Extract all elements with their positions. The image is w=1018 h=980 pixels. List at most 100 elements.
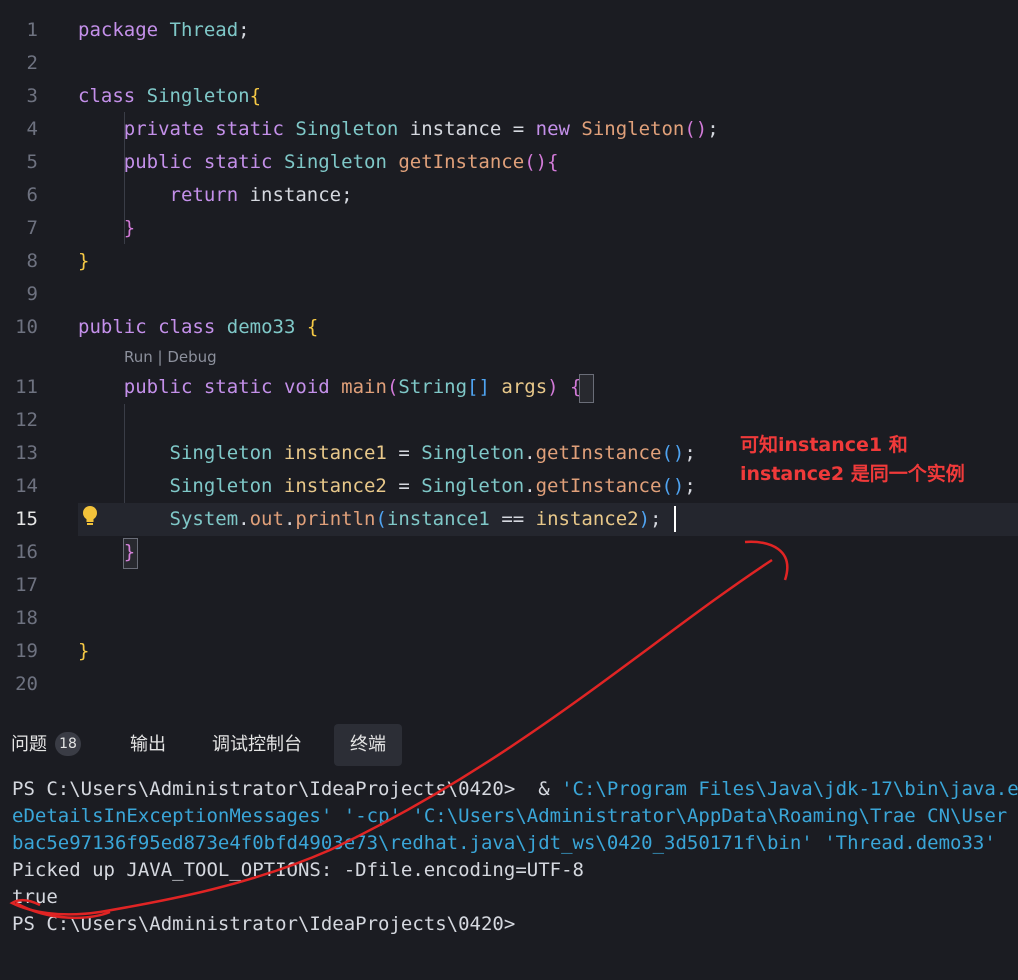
text-cursor <box>674 506 676 532</box>
code-token: instance1 <box>386 508 490 530</box>
code-token: Singleton <box>146 85 250 107</box>
terminal-output[interactable]: PS C:\Users\Administrator\IdeaProjects\0… <box>12 776 1018 938</box>
tab-output[interactable]: 输出 <box>130 724 166 766</box>
line-number: 20 <box>15 673 38 695</box>
code-line[interactable]: 8} <box>0 245 1018 278</box>
terminal-token: eDetailsInExceptionMessages' <box>12 805 333 827</box>
terminal-line: PS C:\Users\Administrator\IdeaProjects\0… <box>12 911 1018 938</box>
code-line[interactable]: 4 private static Singleton instance = ne… <box>0 113 1018 146</box>
code-line[interactable]: 2 <box>0 47 1018 80</box>
terminal-token: 'Thread.demo33' <box>824 832 996 854</box>
code-text: } <box>78 245 89 278</box>
line-number: 13 <box>15 442 38 464</box>
tab-terminal-label: 终端 <box>350 734 386 755</box>
code-token: = <box>386 475 422 497</box>
code-token: () <box>661 475 685 497</box>
code-line[interactable]: 17 <box>0 569 1018 602</box>
code-line[interactable]: 20 <box>0 668 1018 701</box>
code-token: () <box>661 442 685 464</box>
code-token: () <box>684 118 708 140</box>
code-token: ; <box>650 508 662 530</box>
line-number: 17 <box>15 574 38 596</box>
code-text: private static Singleton instance = new … <box>78 113 719 146</box>
code-token: class <box>78 85 136 107</box>
line-number: 10 <box>15 316 38 338</box>
code-token: System <box>169 508 239 530</box>
code-token: instance2 <box>535 508 639 530</box>
code-token: void <box>283 376 330 398</box>
code-token: package <box>78 19 159 41</box>
terminal-token: Picked up JAVA_TOOL_OPTIONS: -Dfile.enco… <box>12 859 584 881</box>
code-token: . <box>524 442 536 464</box>
line-number: 14 <box>15 475 38 497</box>
code-token: println <box>295 508 376 530</box>
code-line[interactable]: 1 package Thread; <box>0 14 1018 47</box>
terminal-line: Picked up JAVA_TOOL_OPTIONS: -Dfile.enco… <box>12 857 1018 884</box>
code-token: ; <box>238 19 250 41</box>
code-token: public <box>123 151 193 173</box>
code-token: instance = <box>398 118 536 140</box>
code-token: } <box>78 640 90 662</box>
code-text: System.out.println(instance1 == instance… <box>78 503 662 536</box>
code-token: static <box>215 118 284 140</box>
code-line[interactable]: 9 <box>0 278 1018 311</box>
code-token: ( <box>375 508 387 530</box>
tab-problems-label: 问题 <box>11 734 47 755</box>
code-line[interactable]: 3 class Singleton{ <box>0 80 1018 113</box>
terminal-line: true <box>12 884 1018 911</box>
code-line[interactable]: 10 public class demo33 { <box>0 311 1018 344</box>
line-number: 3 <box>26 85 38 107</box>
code-token: ) <box>547 376 559 398</box>
bracket-match-highlight <box>123 538 138 569</box>
code-token: getInstance <box>535 442 662 464</box>
code-token: == <box>489 508 536 530</box>
tab-terminal[interactable]: 终端 <box>334 724 402 766</box>
code-line[interactable]: 6 return instance; <box>0 179 1018 212</box>
code-editor[interactable]: Run | Debug 1 package Thread; 2 3 class Sing… <box>0 0 1018 710</box>
code-token: getInstance <box>535 475 662 497</box>
code-line[interactable]: 19} <box>0 635 1018 668</box>
line-number: 7 <box>26 217 38 239</box>
code-token: Thread <box>169 19 239 41</box>
code-token: args <box>501 376 548 398</box>
code-token: . <box>283 508 296 530</box>
code-token: . <box>238 508 250 530</box>
tab-output-label: 输出 <box>130 734 166 755</box>
code-text: public static void main(String[] args) { <box>78 371 582 404</box>
line-number: 15 <box>15 508 38 530</box>
codelens-run-debug[interactable]: Run | Debug <box>124 348 217 366</box>
code-line[interactable]: 5 public static Singleton getInstance(){ <box>0 146 1018 179</box>
code-line[interactable]: 15 System.out.println(instance1 == insta… <box>0 503 1018 536</box>
terminal-line: bac5e97136f95ed873e4f0bfd4903e73\redhat.… <box>12 830 1018 857</box>
terminal-line: PS C:\Users\Administrator\IdeaProjects\0… <box>12 776 1018 803</box>
code-line[interactable]: 11 public static void main(String[] args… <box>0 371 1018 404</box>
terminal-token: PS C:\Users\Administrator\IdeaProjects\0… <box>12 778 562 800</box>
annotation-note: 可知instance1 和 instance2 是同一个实例 <box>740 434 965 485</box>
terminal-token: PS C:\Users\Administrator\IdeaProjects\0… <box>12 913 516 935</box>
code-line[interactable]: 16 } <box>0 536 1018 569</box>
tab-problems[interactable]: 问题 18 <box>11 724 81 766</box>
code-token: instance2 <box>283 475 387 497</box>
line-number: 18 <box>15 607 38 629</box>
lightbulb-icon[interactable] <box>81 505 99 527</box>
code-line[interactable]: 7 } <box>0 212 1018 245</box>
code-token: Singleton <box>581 118 685 140</box>
terminal-line: eDetailsInExceptionMessages' '-cp' 'C:\U… <box>12 803 1018 830</box>
code-line[interactable]: 18 <box>0 602 1018 635</box>
code-text: return instance; <box>78 179 353 212</box>
code-text: } <box>78 635 89 668</box>
code-token: Singleton <box>169 475 273 497</box>
tab-debug-console[interactable]: 调试控制台 <box>212 724 302 766</box>
